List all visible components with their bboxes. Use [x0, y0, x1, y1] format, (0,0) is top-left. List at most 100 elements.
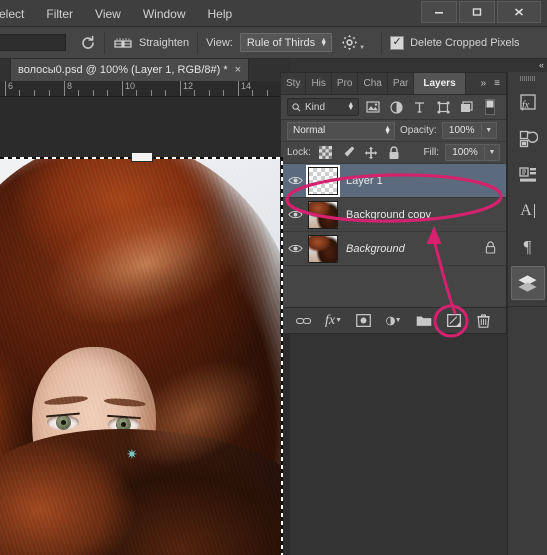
new-adjustment-layer-icon[interactable]: ▼ — [385, 313, 402, 329]
lock-all-icon[interactable] — [386, 144, 403, 161]
properties-icon[interactable] — [511, 158, 545, 192]
menu-filter[interactable]: Filter — [35, 3, 84, 25]
lock-label: Lock: — [287, 147, 311, 158]
window-controls — [419, 1, 541, 25]
ruler-tick-12: 12 — [183, 81, 194, 91]
layer-thumbnail[interactable] — [306, 164, 340, 197]
magnifier-icon — [292, 102, 301, 111]
collapse-dock-icon[interactable]: « — [539, 60, 544, 70]
filter-toggle-icon[interactable] — [481, 98, 500, 116]
refresh-icon — [82, 35, 94, 49]
filter-kind-label: Kind — [305, 101, 326, 113]
add-layer-mask-icon[interactable] — [356, 313, 372, 329]
crop-top-handle[interactable] — [131, 152, 153, 162]
adjustment-layer-filter-icon[interactable] — [387, 98, 406, 116]
delete-cropped-pixels-checkbox[interactable]: ✓ — [390, 35, 405, 50]
menu-items: elect Filter View Window Help — [0, 0, 243, 27]
crop-size-field[interactable] — [0, 34, 66, 51]
menu-help[interactable]: Help — [197, 3, 244, 25]
close-button[interactable] — [497, 1, 541, 23]
minimize-button[interactable] — [421, 1, 457, 23]
lock-image-icon[interactable] — [340, 144, 357, 161]
options-separator-2 — [197, 31, 199, 54]
panel-menu-icon[interactable]: ≡ — [494, 78, 500, 89]
gear-icon — [341, 34, 358, 51]
chevron-updown-icon: ▲ ▼ — [320, 36, 328, 48]
tab-styles[interactable]: Sty — [281, 73, 307, 94]
styles-fx-icon[interactable]: fx — [511, 86, 545, 120]
fill-dropdown-icon[interactable]: ▼ — [485, 144, 500, 161]
menu-window[interactable]: Window — [132, 3, 197, 25]
layer-thumbnail[interactable] — [308, 200, 338, 229]
smart-object-filter-icon[interactable] — [457, 98, 476, 116]
layer-style-fx-icon[interactable]: fx ▼ — [325, 313, 342, 329]
layer-row-layer-1[interactable]: Layer 1 — [281, 164, 506, 198]
tab-history[interactable]: His — [306, 73, 332, 94]
dock-grip[interactable] — [508, 72, 547, 84]
reset-crop-button[interactable] — [80, 35, 96, 51]
blend-mode-select[interactable]: Normal ▲ ▼ — [287, 121, 395, 140]
crop-settings-button[interactable]: ▼ — [341, 34, 365, 51]
crop-overlay-select[interactable]: Rule of Thirds ▲ ▼ — [239, 33, 333, 52]
document-tab-bar: волосы0.psd @ 100% (Layer 1, RGB/8#) * × — [0, 59, 290, 81]
menu-bar: elect Filter View Window Help — [0, 0, 547, 27]
layer-row-background-copy[interactable]: Background copy — [281, 198, 506, 232]
delete-layer-icon[interactable] — [476, 313, 492, 329]
history-icon[interactable] — [511, 122, 545, 156]
document-image[interactable]: ✷ — [0, 159, 283, 555]
layers-list: Layer 1 Background copy Background — [281, 164, 506, 266]
shape-layer-filter-icon[interactable] — [434, 98, 453, 116]
layers-dock-icon[interactable] — [510, 266, 545, 300]
type-layer-filter-icon[interactable] — [410, 98, 429, 116]
layer-name[interactable]: Layer 1 — [346, 175, 383, 187]
link-layers-icon[interactable] — [295, 313, 312, 329]
layer-visibility-toggle[interactable] — [283, 209, 308, 220]
maximize-button[interactable] — [459, 1, 495, 23]
lock-position-icon[interactable] — [363, 144, 380, 161]
layer-thumbnail[interactable] — [308, 234, 338, 263]
horizontal-ruler: 6 8 10 12 14 — [0, 81, 290, 97]
dock-separator — [508, 306, 547, 307]
layer-row-background[interactable]: Background — [281, 232, 506, 266]
chevron-double-right-icon[interactable]: » — [481, 78, 487, 89]
ruler-tick-8: 8 — [67, 81, 73, 91]
character-icon[interactable]: A — [511, 194, 545, 228]
layer-visibility-toggle[interactable] — [283, 175, 308, 186]
chevron-updown-icon: ▲ ▼ — [347, 101, 355, 112]
straighten-button[interactable] — [113, 36, 133, 50]
eye-icon — [288, 210, 303, 219]
layer-name[interactable]: Background — [346, 243, 405, 255]
layers-panel-toolbar: fx ▼ ▼ — [281, 307, 506, 333]
document-tab[interactable]: волосы0.psd @ 100% (Layer 1, RGB/8#) * × — [10, 59, 250, 81]
delete-cropped-pixels-label: Delete Cropped Pixels — [410, 36, 520, 49]
selection-border-right — [281, 157, 283, 555]
straighten-label: Straighten — [139, 36, 190, 49]
fill-value[interactable]: 100% — [445, 144, 485, 161]
blend-opacity-row: Normal ▲ ▼ Opacity: 100% ▼ — [281, 120, 506, 142]
layer-name[interactable]: Background copy — [346, 209, 431, 221]
straighten-icon — [114, 37, 132, 48]
opacity-value[interactable]: 100% — [441, 122, 482, 139]
lock-transparency-icon[interactable] — [317, 144, 334, 161]
pixel-layer-filter-icon[interactable] — [363, 98, 382, 116]
paragraph-icon[interactable]: ¶ — [511, 230, 545, 264]
new-group-icon[interactable] — [416, 313, 432, 329]
document-tab-title: волосы0.psd @ 100% (Layer 1, RGB/8#) * — [18, 64, 228, 76]
eye-icon — [288, 244, 303, 253]
menu-select[interactable]: elect — [0, 3, 35, 25]
document-close-icon[interactable]: × — [235, 64, 241, 76]
opacity-dropdown-icon[interactable]: ▼ — [481, 122, 497, 139]
tab-layers[interactable]: Layers — [414, 73, 466, 94]
tab-properties[interactable]: Pro — [332, 73, 359, 94]
tab-paragraph[interactable]: Par — [388, 73, 415, 94]
canvas-area[interactable]: ✷ — [0, 97, 290, 555]
gear-dropdown-arrow-icon: ▼ — [359, 45, 366, 51]
layer-visibility-toggle[interactable] — [283, 243, 308, 254]
layer-locked-icon — [485, 240, 496, 257]
menu-view[interactable]: View — [84, 3, 132, 25]
filter-kind-select[interactable]: Kind ▲ ▼ — [287, 98, 360, 116]
tab-channels[interactable]: Cha — [358, 73, 388, 94]
layers-panel: Sty His Pro Cha Par Layers » ≡ Kind ▲▼ — [280, 72, 507, 334]
new-layer-icon[interactable] — [446, 313, 462, 329]
svg-text:fx: fx — [522, 100, 530, 111]
